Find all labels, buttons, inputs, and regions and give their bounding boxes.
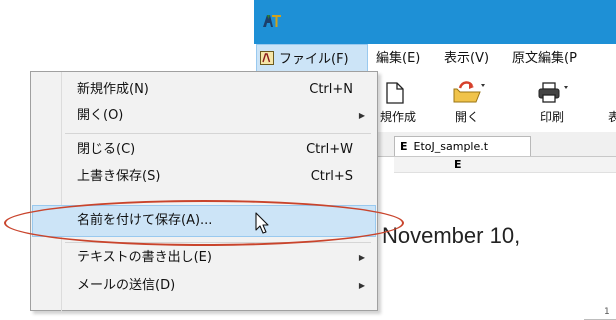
document-tab-type: E — [400, 140, 408, 153]
submenu-arrow-icon: ▶ — [358, 253, 365, 262]
menu-edit[interactable]: 編集(E) — [370, 44, 426, 74]
menu-item-new-shortcut: Ctrl+N — [309, 82, 353, 97]
menu-item-open-label: 開く(O) — [77, 108, 124, 123]
submenu-arrow-icon: ▶ — [358, 111, 365, 120]
menu-item-save-as[interactable]: 名前を付けて保存(A)... — [32, 205, 376, 237]
new-button-label: 規作成 — [380, 110, 417, 124]
toolbar-partial-label: 表 — [608, 110, 616, 124]
menu-item-export-text-label: テキストの書き出し(E) — [77, 250, 212, 265]
document-text: November 10, — [382, 223, 521, 248]
menu-separator — [65, 133, 371, 134]
print-button-label: 印刷 — [540, 110, 565, 124]
file-menu-icon — [260, 51, 274, 65]
menu-item-close-label: 閉じる(C) — [77, 142, 136, 157]
menu-item-new-label: 新規作成(N) — [77, 82, 149, 97]
menu-item-send-mail-label: メールの送信(D) — [77, 278, 176, 293]
menu-view[interactable]: 表示(V) — [438, 44, 495, 74]
print-icon — [538, 82, 568, 103]
menu-item-send-mail[interactable]: メールの送信(D) ▶ — [33, 273, 375, 299]
column-header: E — [394, 157, 616, 173]
menu-item-save-shortcut: Ctrl+S — [310, 169, 353, 184]
file-menu-dropdown: 新規作成(N) Ctrl+N 開く(O) ▶ 閉じる(C) Ctrl+W 上書き… — [30, 71, 378, 312]
menu-item-open[interactable]: 開く(O) ▶ — [33, 103, 375, 129]
title-bar — [254, 0, 616, 44]
menu-file[interactable]: ファイル(F) — [256, 44, 368, 74]
new-document-icon — [386, 82, 404, 104]
menu-item-save-as-label: 名前を付けて保存(A)... — [77, 213, 213, 228]
menu-file-label: ファイル(F) — [279, 52, 349, 67]
menu-item-save-label: 上書き保存(S) — [77, 169, 161, 184]
menu-item-save[interactable]: 上書き保存(S) Ctrl+S — [33, 164, 375, 190]
menu-item-new[interactable]: 新規作成(N) Ctrl+N — [33, 77, 375, 103]
menu-item-export-text[interactable]: テキストの書き出し(E) ▶ — [33, 245, 375, 271]
open-button-label: 開く — [455, 110, 480, 124]
document-tab[interactable]: E EtoJ_sample.t — [394, 136, 531, 156]
menu-source-edit[interactable]: 原文編集(P — [506, 44, 583, 74]
line-number: 1 — [604, 307, 610, 317]
menu-separator — [65, 242, 371, 243]
document-tab-name: EtoJ_sample.t — [413, 140, 489, 153]
mouse-cursor-icon — [255, 212, 269, 234]
menu-item-close-shortcut: Ctrl+W — [306, 142, 353, 157]
app-logo-icon[interactable] — [262, 13, 282, 29]
menu-item-close[interactable]: 閉じる(C) Ctrl+W — [33, 137, 375, 163]
submenu-arrow-icon: ▶ — [358, 281, 365, 290]
menu-bar: ファイル(F) 編集(E) 表示(V) 原文編集(P — [254, 44, 616, 74]
open-folder-icon — [453, 81, 485, 103]
column-header-label: E — [454, 158, 462, 171]
